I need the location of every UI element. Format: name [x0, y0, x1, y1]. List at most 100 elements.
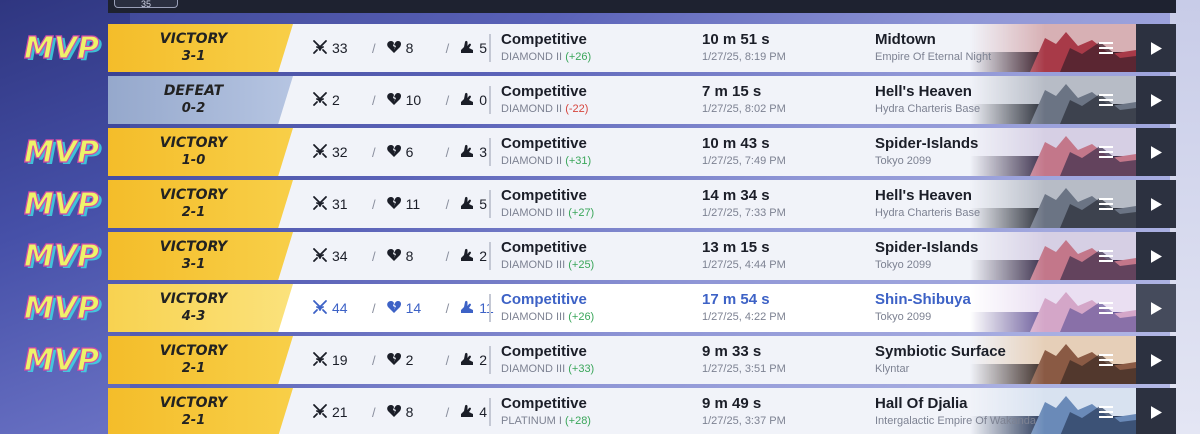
mode-block: Competitive DIAMOND III (+27): [501, 187, 594, 221]
list-icon[interactable]: [1094, 36, 1118, 60]
rank-tier: DIAMOND II: [501, 103, 563, 115]
deaths-stat: 8: [386, 39, 446, 58]
mode-block: Competitive DIAMOND II (+26): [501, 31, 591, 65]
rank-delta: (+27): [568, 207, 595, 219]
rank-info: PLATINUM I (+28): [501, 413, 591, 429]
deaths-stat: 8: [386, 247, 446, 266]
match-duration: 9 m 49 s: [702, 395, 762, 412]
assists-count: 2: [479, 248, 488, 264]
broken-heart-icon: [386, 91, 406, 110]
match-result-banner: VICTORY 3-1: [108, 232, 293, 280]
helping-hand-icon: [459, 247, 479, 266]
broken-heart-icon: [386, 403, 406, 422]
play-icon[interactable]: [1136, 76, 1176, 124]
play-icon[interactable]: [1136, 336, 1176, 384]
rank-delta: (+33): [568, 363, 595, 375]
kills-stat: 2: [312, 91, 372, 110]
separator: /: [445, 248, 450, 264]
kills-count: 33: [332, 40, 348, 56]
list-icon[interactable]: [1094, 140, 1118, 164]
match-row[interactable]: VICTORY 3-1 34 / 8 / 2 Competitive DIAMO…: [108, 232, 1176, 280]
assists-count: 2: [479, 352, 488, 368]
list-icon[interactable]: [1094, 192, 1118, 216]
map-name: Hell's Heaven: [875, 83, 972, 100]
play-icon[interactable]: [1136, 180, 1176, 228]
separator: /: [372, 352, 376, 368]
rank-info: DIAMOND III (+25): [501, 257, 594, 273]
separator: /: [372, 144, 376, 160]
match-result-banner: VICTORY 1-0: [108, 128, 293, 176]
deaths-count: 2: [405, 352, 414, 368]
kills-count: 31: [332, 196, 348, 212]
crossed-swords-icon: [312, 143, 332, 162]
match-result-banner: VICTORY 2-1: [108, 180, 293, 228]
deaths-count: 8: [405, 248, 414, 264]
match-row[interactable]: VICTORY 3-1 33 / 8 / 5 Competitive DIAMO…: [108, 24, 1176, 72]
duration-block: 9 m 49 s 1/27/25, 3:37 PM: [702, 395, 786, 429]
play-icon[interactable]: [1136, 284, 1176, 332]
rank-delta: (+25): [568, 259, 595, 271]
match-row[interactable]: VICTORY 1-0 32 / 6 / 3 Competitive DIAMO…: [108, 128, 1176, 176]
svg-text:MVP: MVP: [24, 187, 99, 222]
deaths-stat: 8: [386, 403, 446, 422]
mode-block: Competitive DIAMOND III (+26): [501, 291, 594, 325]
rank-tier: DIAMOND II: [501, 155, 563, 167]
mvp-badge: MVP MVP: [23, 186, 102, 224]
map-block: Hell's Heaven Hydra Charteris Base: [875, 83, 1075, 117]
map-region: Empire Of Eternal Night: [875, 51, 992, 63]
broken-heart-icon: [386, 143, 406, 162]
rank-tier: DIAMOND III: [501, 311, 566, 323]
assists-count: 3: [479, 144, 488, 160]
play-icon[interactable]: [1136, 24, 1176, 72]
play-icon[interactable]: [1136, 232, 1176, 280]
mvp-badge: MVP MVP: [23, 134, 102, 172]
match-score: 2-1: [181, 413, 206, 428]
map-block: Spider-Islands Tokyo 2099: [875, 135, 1075, 169]
separator: /: [372, 92, 376, 108]
match-row[interactable]: VICTORY 2-1 19 / 2 / 2 Competitive DIAMO…: [108, 336, 1176, 384]
column-divider: [489, 398, 491, 426]
kills-stat: 19: [312, 351, 372, 370]
helping-hand-icon: [459, 299, 479, 318]
match-timestamp: 1/27/25, 3:51 PM: [702, 363, 786, 375]
broken-heart-icon: [386, 247, 406, 266]
match-row[interactable]: VICTORY 4-3 44 / 14 / 11 Competitive DIA…: [108, 284, 1176, 332]
match-result: VICTORY: [159, 135, 228, 151]
map-name: Hell's Heaven: [875, 187, 972, 204]
list-icon[interactable]: [1094, 348, 1118, 372]
match-timestamp: 1/27/25, 8:19 PM: [702, 51, 786, 63]
broken-heart-icon: [386, 195, 406, 214]
game-mode: Competitive: [501, 239, 587, 256]
deaths-count: 8: [405, 404, 414, 420]
separator: /: [372, 300, 376, 316]
rank-info: DIAMOND II (+31): [501, 153, 591, 169]
map-region: Hydra Charteris Base: [875, 207, 981, 219]
match-score: 2-1: [181, 205, 206, 220]
play-icon[interactable]: [1136, 388, 1176, 434]
rank-info: DIAMOND III (+33): [501, 361, 594, 377]
column-divider: [489, 34, 491, 62]
list-icon[interactable]: [1094, 296, 1118, 320]
list-icon[interactable]: [1094, 400, 1118, 424]
game-mode: Competitive: [501, 31, 587, 48]
kills-count: 34: [332, 248, 348, 264]
assists-count: 4: [479, 404, 488, 420]
match-row[interactable]: VICTORY 2-1 31 / 11 / 5 Competitive DIAM…: [108, 180, 1176, 228]
match-row[interactable]: VICTORY 2-1 21 / 8 / 4 Competitive PLATI…: [108, 388, 1176, 434]
match-row[interactable]: DEFEAT 0-2 2 / 10 / 0 Competitive DIAMON…: [108, 76, 1176, 124]
match-duration: 10 m 43 s: [702, 135, 770, 152]
assists-count: 11: [479, 300, 494, 316]
map-block: Midtown Empire Of Eternal Night: [875, 31, 1075, 65]
match-score: 3-1: [181, 49, 206, 64]
list-icon[interactable]: [1094, 88, 1118, 112]
deaths-count: 11: [405, 196, 421, 212]
rank-tier: PLATINUM I: [501, 415, 562, 427]
play-icon[interactable]: [1136, 128, 1176, 176]
svg-text:MVP: MVP: [24, 291, 99, 326]
match-timestamp: 1/27/25, 4:44 PM: [702, 259, 786, 271]
map-name: Symbiotic Surface: [875, 343, 1006, 360]
mode-block: Competitive PLATINUM I (+28): [501, 395, 591, 429]
match-result-banner: DEFEAT 0-2: [108, 76, 293, 124]
list-icon[interactable]: [1094, 244, 1118, 268]
game-mode: Competitive: [501, 343, 587, 360]
